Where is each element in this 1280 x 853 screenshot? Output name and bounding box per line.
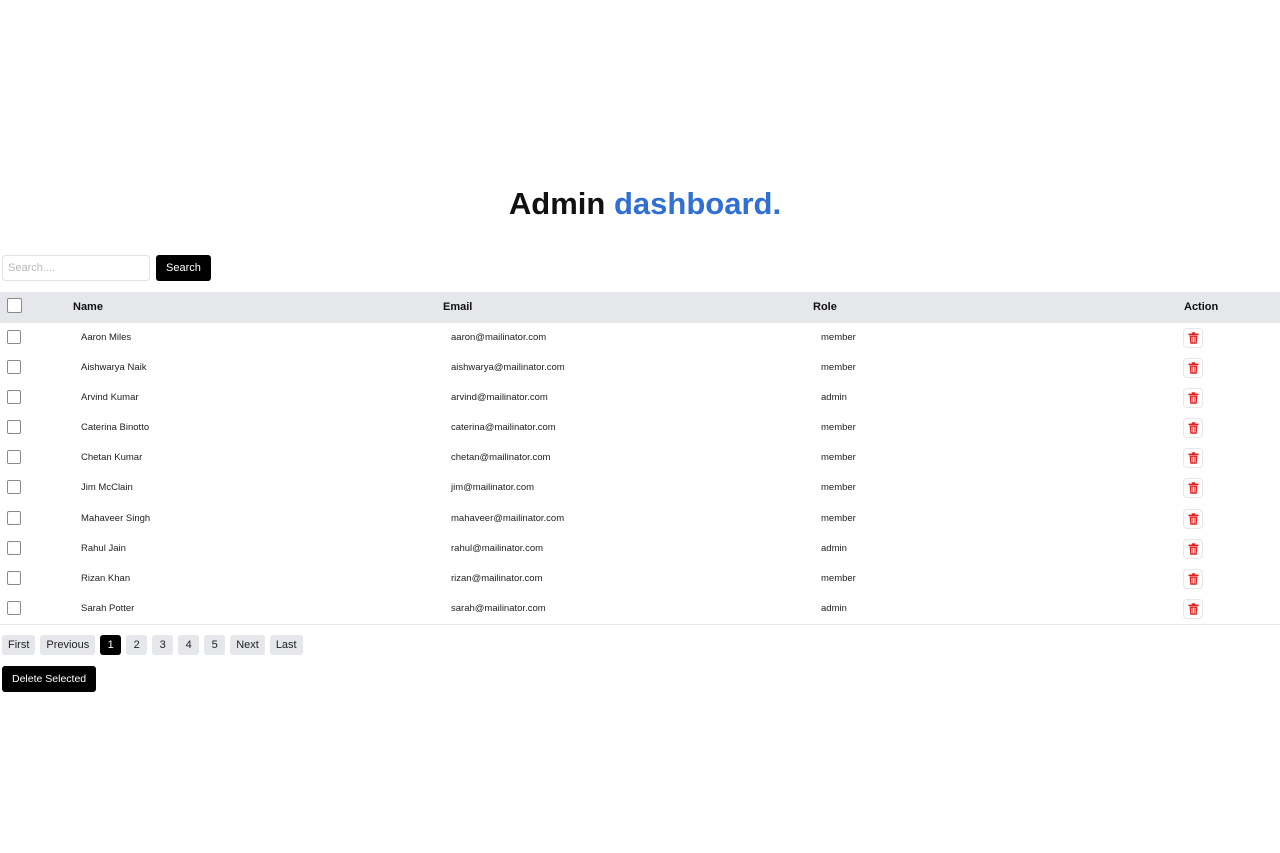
trash-icon [1188, 332, 1198, 344]
table-row: Sarah Potter sarah@mailinator.com admin [0, 594, 1280, 624]
row-checkbox[interactable] [7, 360, 21, 375]
delete-user-button[interactable] [1183, 478, 1203, 499]
admin-dashboard-page: Admin dashboard. Search Name Email Role … [0, 0, 1280, 853]
row-checkbox[interactable] [7, 330, 21, 344]
table-row: Mahaveer Singh mahaveer@mailinator.com mem… [0, 504, 1280, 534]
trash-icon [1188, 392, 1198, 404]
user-email: arvind@mailinator.com [451, 392, 548, 404]
user-email: sarah@mailinator.com [451, 602, 546, 614]
row-checkbox[interactable] [7, 600, 21, 615]
first-page-button[interactable]: First [2, 635, 36, 655]
trash-icon [1188, 542, 1198, 555]
user-email: rizan@mailinator.com [451, 572, 543, 584]
user-name: Mahaveer Singh [81, 512, 151, 524]
table-row: Chetan Kumar chetan@mailinator.com member [0, 443, 1280, 473]
row-checkbox[interactable] [7, 540, 21, 555]
user-role: member [821, 362, 856, 374]
table-row: Aaron Miles aaron@mailinator.com member [0, 323, 1280, 353]
user-email: jim@mailinator.com [451, 482, 535, 494]
user-email: aaron@mailinator.com [451, 332, 547, 343]
column-header-email: Email [443, 301, 473, 313]
previous-page-button[interactable]: Previous [40, 635, 96, 655]
page-button-4[interactable]: 4 [178, 635, 200, 655]
trash-icon [1188, 512, 1198, 525]
delete-user-button[interactable] [1183, 598, 1203, 619]
user-email: aishwarya@mailinator.com [451, 362, 565, 374]
user-name: Sarah Potter [81, 602, 135, 614]
table-header: Name Email Role Action [0, 292, 1280, 323]
users-table: Name Email Role Action Aaron Miles aaron@… [0, 292, 1280, 625]
trash-icon [1188, 573, 1198, 585]
user-role: member [821, 482, 856, 494]
trash-icon [1188, 603, 1198, 615]
column-header-action: Action [1184, 301, 1219, 313]
delete-user-button[interactable] [1183, 418, 1203, 439]
user-role: admin [821, 602, 847, 614]
page-title-plain: Admin [508, 186, 606, 221]
row-checkbox[interactable] [7, 480, 21, 495]
user-name: Rizan Khan [81, 572, 131, 584]
select-all-checkbox[interactable] [7, 298, 22, 313]
user-role: member [821, 452, 856, 464]
row-checkbox[interactable] [7, 510, 21, 525]
row-checkbox[interactable] [7, 570, 21, 585]
pagination: First Previous 1 2 3 4 5 Next Last [2, 635, 303, 655]
user-name: Jim McClain [81, 482, 133, 494]
page-button-2[interactable]: 2 [126, 635, 148, 655]
trash-icon [1188, 362, 1198, 374]
user-name: Arvind Kumar [81, 392, 139, 404]
row-checkbox[interactable] [7, 390, 21, 405]
user-email: chetan@mailinator.com [451, 452, 551, 464]
table-row: Caterina Binotto caterina@mailinator.com m… [0, 413, 1280, 443]
user-role: admin [821, 542, 847, 554]
trash-icon [1188, 422, 1198, 434]
user-email: caterina@mailinator.com [451, 422, 556, 434]
user-name: Caterina Binotto [81, 422, 150, 434]
column-header-name: Name [73, 301, 103, 313]
row-checkbox[interactable] [7, 420, 21, 435]
next-page-button[interactable]: Next [230, 635, 265, 655]
delete-user-button[interactable] [1183, 328, 1203, 348]
trash-icon [1188, 452, 1198, 465]
delete-user-button[interactable] [1183, 538, 1203, 559]
user-role: member [821, 572, 856, 584]
delete-user-button[interactable] [1183, 448, 1203, 469]
row-checkbox[interactable] [7, 450, 21, 465]
user-name: Chetan Kumar [81, 452, 143, 464]
user-email: mahaveer@mailinator.com [451, 512, 565, 524]
table-row: Aishwarya Naik aishwarya@mailinator.com me… [0, 353, 1280, 383]
search-button[interactable]: Search [156, 255, 211, 281]
last-page-button[interactable]: Last [269, 635, 303, 655]
table-row: Rahul Jain rahul@mailinator.com admin [0, 534, 1280, 564]
delete-user-button[interactable] [1183, 568, 1203, 589]
page-title-accent: dashboard. [613, 186, 782, 221]
page-button-1[interactable]: 1 [100, 635, 122, 655]
user-role: member [821, 512, 856, 524]
user-role: admin [821, 392, 847, 404]
user-role: member [821, 332, 856, 343]
page-title: Admin dashboard. [0, 186, 1280, 222]
user-name: Rahul Jain [81, 542, 126, 554]
user-email: rahul@mailinator.com [451, 542, 544, 554]
table-row: Arvind Kumar arvind@mailinator.com admin [0, 383, 1280, 413]
table-row: Jim McClain jim@mailinator.com member [0, 473, 1280, 503]
user-name: Aishwarya Naik [81, 362, 147, 374]
delete-selected-button[interactable]: Delete Selected [2, 666, 97, 692]
delete-user-button[interactable] [1183, 358, 1203, 379]
delete-user-button[interactable] [1183, 388, 1203, 409]
user-role: member [821, 422, 856, 434]
search-bar: Search [2, 255, 211, 281]
user-name: Aaron Miles [81, 332, 132, 343]
delete-user-button[interactable] [1183, 508, 1203, 529]
table-body: Aaron Miles aaron@mailinator.com member Ais… [0, 323, 1280, 624]
page-button-5[interactable]: 5 [204, 635, 226, 655]
trash-icon [1188, 482, 1198, 495]
table-row: Rizan Khan rizan@mailinator.com member [0, 564, 1280, 594]
column-header-role: Role [813, 301, 837, 313]
search-input[interactable] [2, 255, 150, 281]
page-button-3[interactable]: 3 [152, 635, 174, 655]
